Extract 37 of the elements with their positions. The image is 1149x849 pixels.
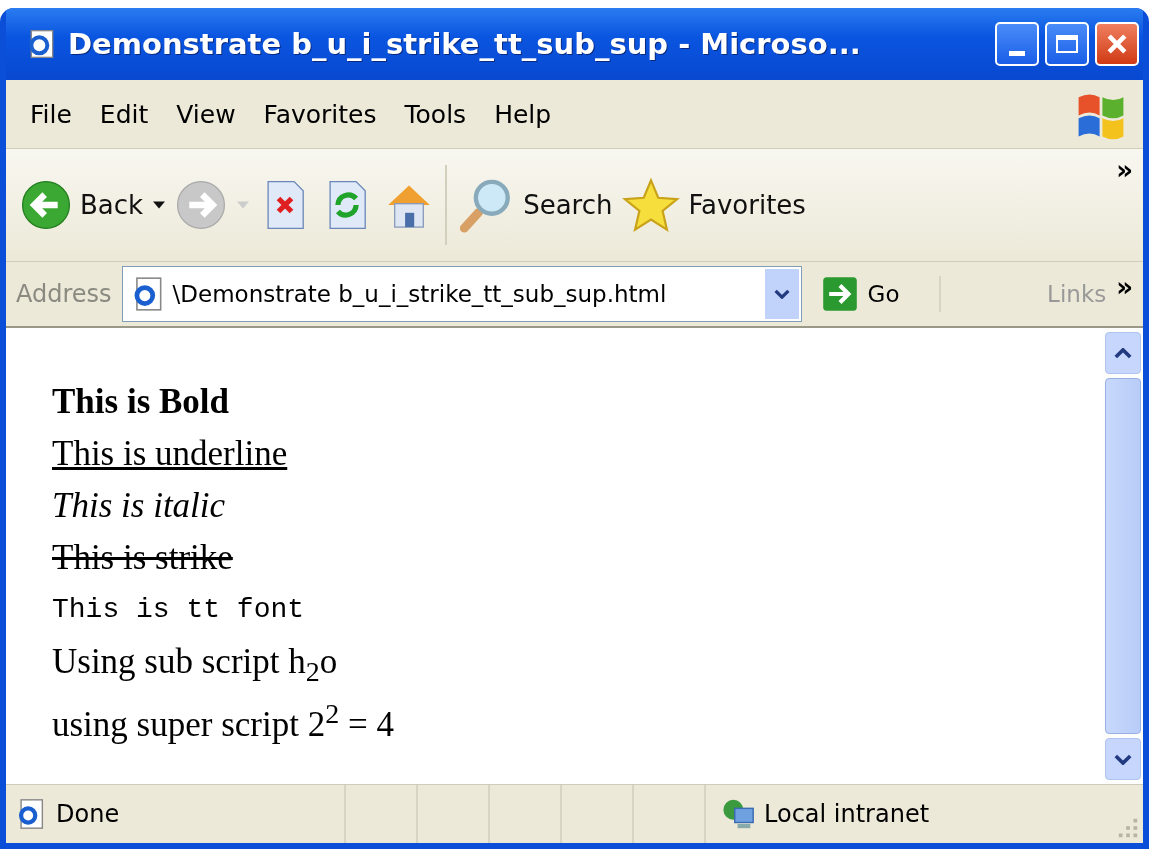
text-line: This is italic [52, 485, 226, 527]
scroll-thumb[interactable] [1105, 378, 1141, 734]
text-line: This is Bold [52, 381, 230, 423]
chevron-up-icon [1114, 347, 1132, 359]
maximize-button[interactable] [1045, 22, 1089, 66]
menu-item[interactable]: Edit [85, 95, 163, 133]
address-field[interactable]: \Demonstrate b_u_i_strike_tt_sub_sup.html [121, 266, 802, 322]
menu-item[interactable]: View [162, 95, 250, 133]
status-text: Done [56, 800, 121, 828]
text-line: This is underline [52, 433, 288, 475]
menu-item[interactable]: Tools [390, 95, 481, 133]
menu-item[interactable]: Help [480, 95, 566, 133]
favorites-button[interactable]: Favorites [622, 176, 806, 234]
more-button[interactable]: » [1116, 155, 1133, 185]
zone-label: Local intranet [764, 800, 930, 828]
chevron-down-icon [773, 289, 790, 299]
caret-icon[interactable] [153, 201, 166, 209]
text-line: Using sub script h$_{2}$o [52, 641, 338, 688]
star-icon [622, 176, 681, 234]
chevron-down-icon [1114, 753, 1132, 765]
dropdown-button[interactable] [764, 269, 799, 319]
network-icon [722, 797, 756, 831]
search-button[interactable]: Search [457, 176, 613, 234]
scroll-up-button[interactable] [1105, 332, 1141, 374]
go-button[interactable]: Go [811, 276, 942, 312]
window-title: Demonstrate b_u_i_strike_tt_sub_sup - Microso... [68, 27, 862, 61]
more-button[interactable]: » [1116, 272, 1133, 302]
text-line: This is strike [52, 537, 233, 579]
menu-item[interactable]: File [16, 95, 86, 133]
back-button[interactable]: Back [20, 179, 144, 231]
text-line: This is tt font [52, 593, 305, 627]
resize-grip-icon[interactable] [1117, 817, 1139, 839]
minimize-button[interactable] [995, 22, 1039, 66]
address-label: Address [16, 280, 112, 308]
menu-item[interactable]: Favorites [249, 95, 391, 133]
scroll-down-button[interactable] [1105, 738, 1141, 780]
close-button[interactable] [1095, 22, 1139, 66]
